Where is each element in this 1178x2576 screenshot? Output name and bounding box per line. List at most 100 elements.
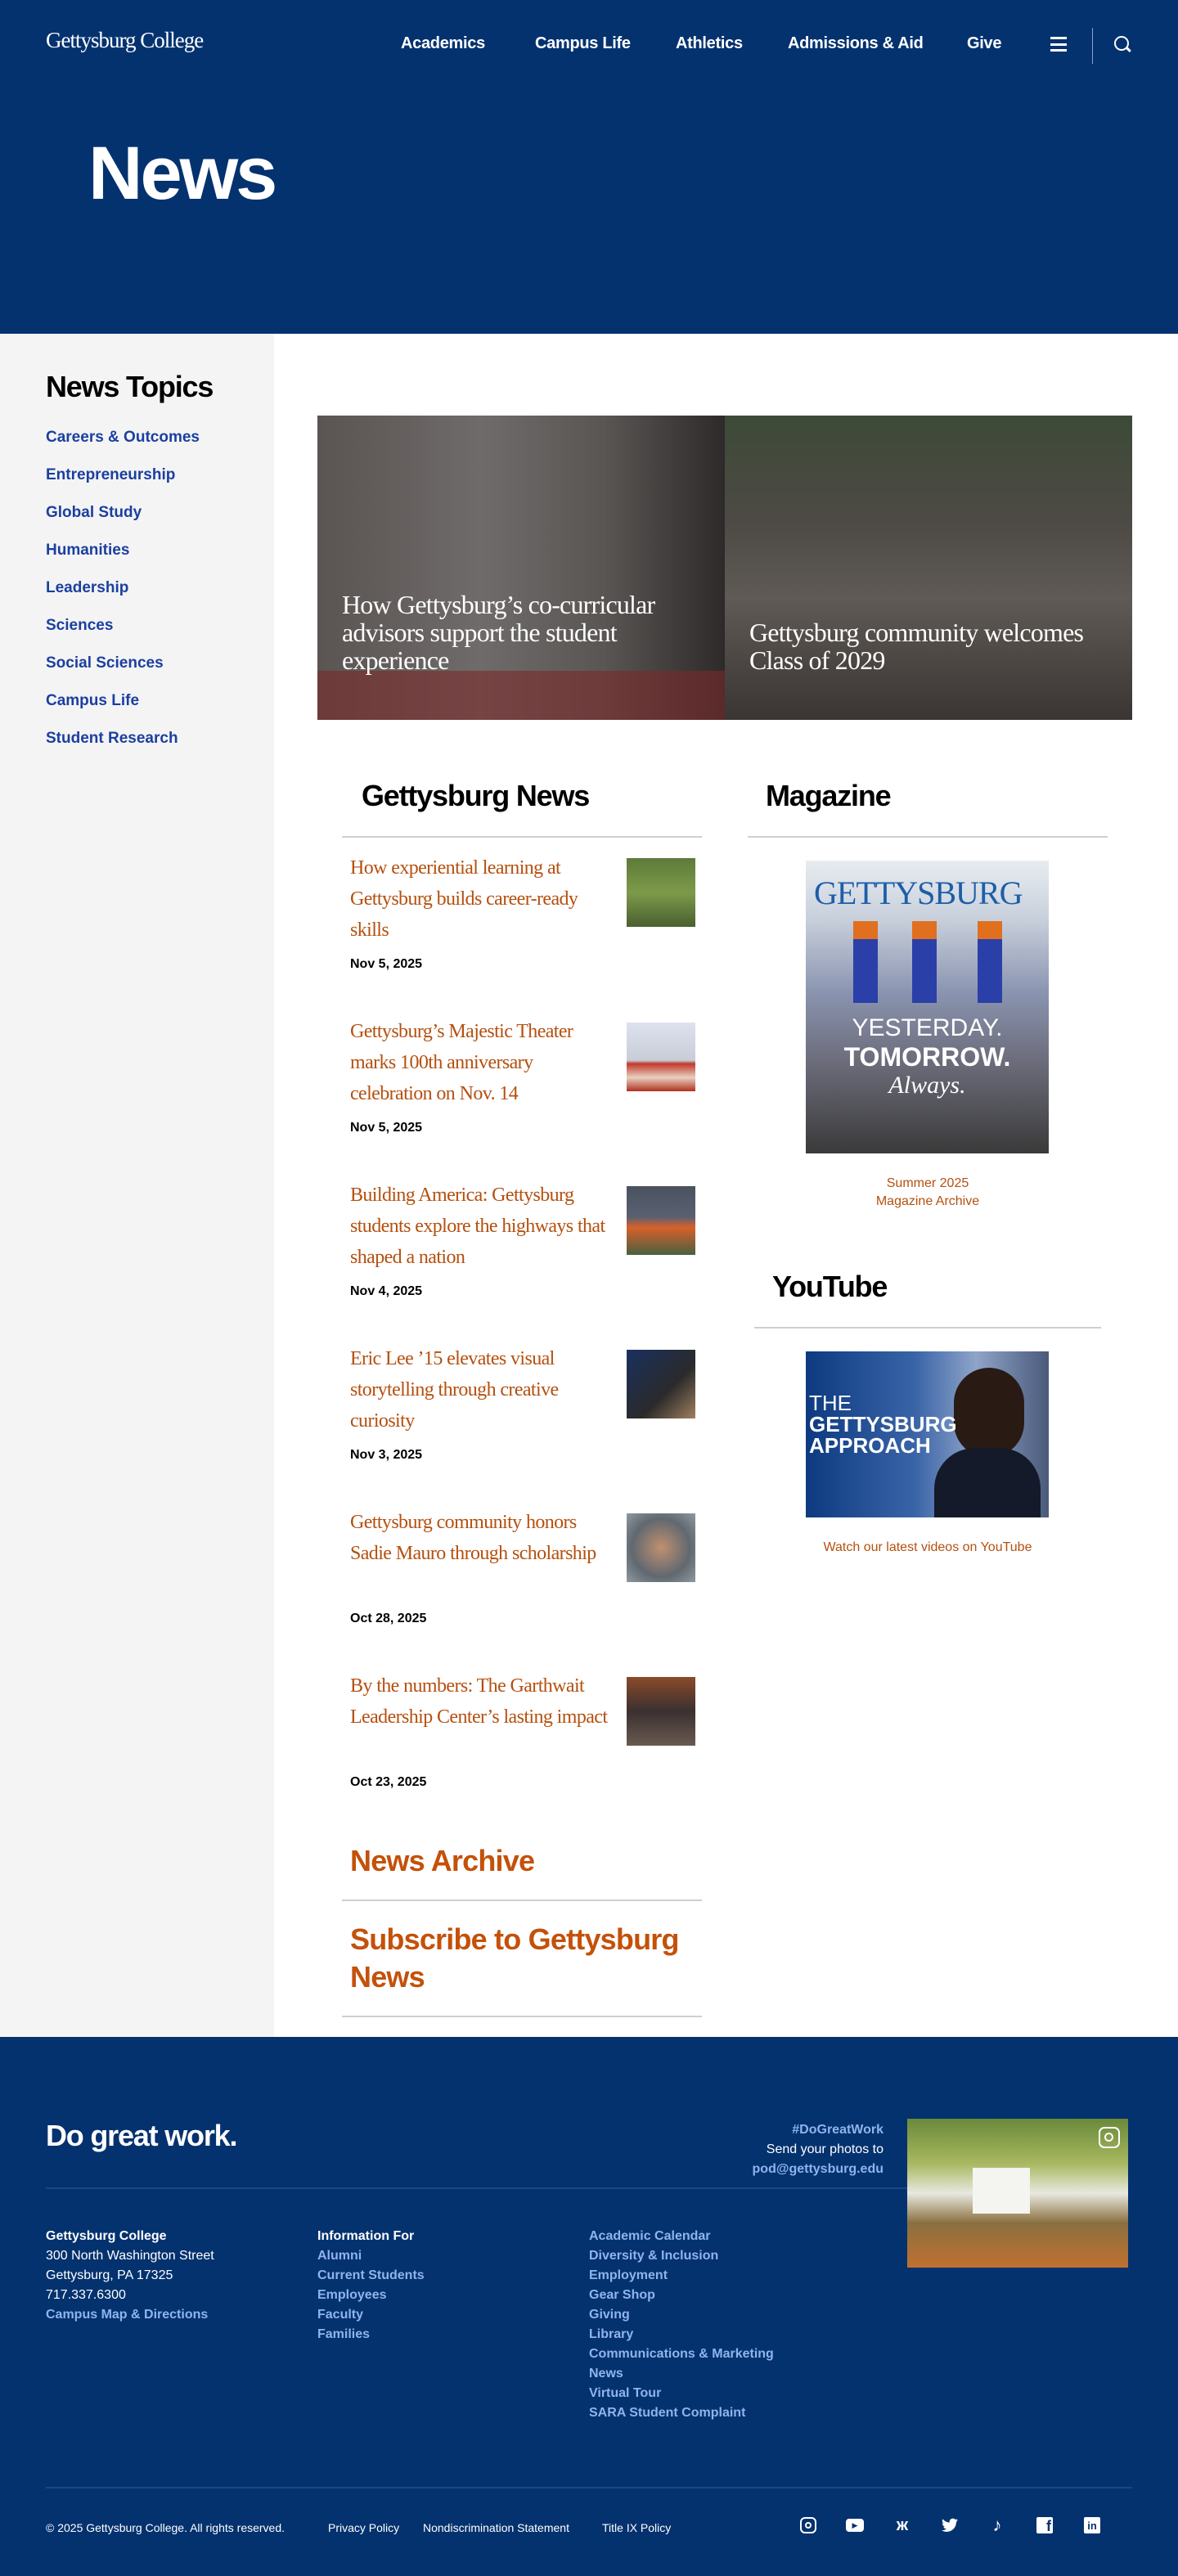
nav-campus-life[interactable]: Campus Life (535, 34, 631, 53)
email-link[interactable]: pod@gettysburg.edu (638, 2160, 884, 2179)
title-ix-link[interactable]: Title IX Policy (602, 2521, 671, 2534)
sidebar-item-social-sciences[interactable]: Social Sciences (46, 654, 164, 672)
footer-link[interactable]: Diversity & Inclusion (589, 2246, 774, 2266)
news-item-title[interactable]: Eric Lee ’15 elevates visual storytellin… (350, 1343, 612, 1436)
footer-link[interactable]: Employment (589, 2266, 774, 2286)
youtube-link[interactable]: Watch our latest videos on YouTube (805, 1540, 1050, 1555)
news-item-date: Oct 23, 2025 (350, 1775, 427, 1789)
footer-link[interactable]: Virtual Tour (589, 2384, 774, 2403)
footer-info-title: Information For (317, 2229, 415, 2243)
search-icon[interactable] (1114, 36, 1129, 51)
subscribe-link[interactable]: Subscribe to Gettysburg News (350, 1921, 694, 1996)
news-archive-link[interactable]: News Archive (350, 1842, 535, 1880)
sidebar-item-campus-life[interactable]: Campus Life (46, 692, 139, 710)
divider (46, 2187, 907, 2189)
magazine-cover-text: Always. (888, 1072, 966, 1099)
nondiscrimination-link[interactable]: Nondiscrimination Statement (423, 2521, 569, 2534)
nav-athletics[interactable]: Athletics (676, 34, 743, 53)
twitter-icon[interactable] (940, 2515, 960, 2535)
site-header: Gettysburg College Academics Campus Life… (0, 0, 1178, 334)
nav-give[interactable]: Give (967, 34, 1001, 53)
nav-academics[interactable]: Academics (401, 34, 485, 53)
news-item-title[interactable]: By the numbers: The Garthwait Leadership… (350, 1670, 612, 1733)
sidebar-item-global-study[interactable]: Global Study (46, 504, 142, 522)
footer-link[interactable]: Academic Calendar (589, 2227, 774, 2246)
nav-admissions-aid[interactable]: Admissions & Aid (788, 34, 924, 53)
featured-story[interactable]: Gettysburg community welcomes Class of 2… (725, 416, 1132, 720)
divider (1092, 28, 1093, 64)
facebook-icon[interactable]: f (1035, 2515, 1054, 2535)
magazine-heading: Magazine (766, 779, 892, 812)
footer-link-employees[interactable]: Employees (317, 2286, 425, 2305)
linkedin-icon[interactable]: in (1082, 2515, 1102, 2535)
site-logo[interactable]: Gettysburg College (46, 28, 204, 53)
news-item-thumbnail[interactable] (627, 1186, 695, 1255)
sidebar-item-sciences[interactable]: Sciences (46, 617, 113, 635)
youtube-thumb-text: THE (809, 1391, 852, 1415)
news-item-title[interactable]: How experiential learning at Gettysburg … (350, 852, 612, 946)
divider (754, 1327, 1101, 1328)
sidebar-item-humanities[interactable]: Humanities (46, 542, 129, 560)
youtube-thumb-text: GETTYSBURG (809, 1412, 957, 1436)
featured-story-title: How Gettysburg’s co-curricular advisors … (342, 590, 655, 675)
news-item-thumbnail[interactable] (627, 1677, 695, 1746)
footer-link[interactable]: Library (589, 2325, 774, 2344)
magazine-cover-title: GETTYSBURG (814, 874, 1023, 911)
footer-link[interactable]: Giving (589, 2305, 774, 2325)
footer-link-faculty[interactable]: Faculty (317, 2305, 425, 2325)
news-item-thumbnail[interactable] (627, 858, 695, 927)
page-title: News (88, 132, 277, 215)
news-heading: Gettysburg News (362, 779, 590, 812)
sidebar-title: News Topics (46, 370, 214, 403)
news-item-title[interactable]: Gettysburg community honors Sadie Mauro … (350, 1507, 612, 1569)
news-item-date: Nov 4, 2025 (350, 1284, 423, 1298)
youtube-thumb-text: APPROACH (809, 1433, 931, 1458)
magazine-archive-link[interactable]: Magazine Archive (805, 1194, 1050, 1209)
news-item-thumbnail[interactable] (627, 1513, 695, 1582)
sidebar-item-entrepreneurship[interactable]: Entrepreneurship (46, 466, 175, 484)
footer-phone: 717.337.6300 (46, 2288, 126, 2302)
bluesky-icon[interactable]: ж (892, 2515, 912, 2535)
campus-map-link[interactable]: Campus Map & Directions (46, 2305, 214, 2325)
footer-address-street: 300 North Washington Street (46, 2249, 214, 2263)
divider (342, 1899, 702, 1901)
news-item-title[interactable]: Gettysburg’s Majestic Theater marks 100t… (350, 1016, 612, 1109)
copyright: © 2025 Gettysburg College. All rights re… (46, 2521, 286, 2534)
footer-link[interactable]: Communications & Marketing (589, 2344, 774, 2364)
privacy-policy-link[interactable]: Privacy Policy (328, 2521, 399, 2534)
magazine-cover-text: TOMORROW. (843, 1042, 1011, 1072)
magazine-cover[interactable]: GETTYSBURG YESTERDAY. TOMORROW. Always. (806, 861, 1049, 1153)
youtube-video-thumbnail[interactable]: THE GETTYSBURG APPROACH (806, 1351, 1049, 1517)
sidebar-item-leadership[interactable]: Leadership (46, 579, 128, 597)
instagram-icon (1099, 2127, 1120, 2148)
footer-link-alumni[interactable]: Alumni (317, 2246, 425, 2266)
tiktok-icon[interactable]: ♪ (987, 2515, 1007, 2535)
footer-link[interactable]: SARA Student Complaint (589, 2403, 774, 2423)
instagram-icon[interactable] (798, 2515, 818, 2535)
youtube-icon[interactable]: ▶ (845, 2515, 865, 2535)
news-item-title[interactable]: Building America: Gettysburg students ex… (350, 1180, 612, 1273)
hashtag-link[interactable]: #DoGreatWork (638, 2120, 884, 2140)
footer-links: Academic Calendar Diversity & Inclusion … (589, 2227, 774, 2423)
news-item-date: Nov 3, 2025 (350, 1448, 423, 1462)
footer-link[interactable]: News (589, 2364, 774, 2384)
footer-info-for: Information For Alumni Current Students … (317, 2227, 425, 2344)
news-item-date: Nov 5, 2025 (350, 1121, 423, 1135)
youtube-heading: YouTube (772, 1270, 888, 1303)
divider (342, 836, 702, 838)
divider (748, 836, 1108, 838)
news-item-thumbnail[interactable] (627, 1350, 695, 1418)
featured-story[interactable]: How Gettysburg’s co-curricular advisors … (317, 416, 725, 720)
news-item-thumbnail[interactable] (627, 1023, 695, 1091)
sidebar-item-student-research[interactable]: Student Research (46, 730, 178, 748)
footer-address-city: Gettysburg, PA 17325 (46, 2268, 173, 2282)
footer-link-current-students[interactable]: Current Students (317, 2266, 425, 2286)
sidebar-item-careers[interactable]: Careers & Outcomes (46, 429, 200, 447)
site-footer: Do great work. #DoGreatWork Send your ph… (0, 2037, 1178, 2576)
instagram-photo[interactable] (907, 2119, 1128, 2268)
footer-link[interactable]: Gear Shop (589, 2286, 774, 2305)
magazine-issue-link[interactable]: Summer 2025 (805, 1176, 1050, 1191)
footer-link-families[interactable]: Families (317, 2325, 425, 2344)
menu-icon[interactable] (1050, 37, 1067, 52)
news-item-date: Oct 28, 2025 (350, 1612, 427, 1625)
